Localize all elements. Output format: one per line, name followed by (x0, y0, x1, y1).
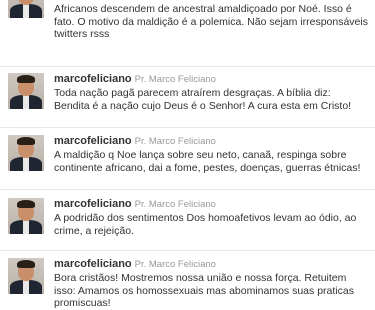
tweet-item[interactable]: marcofeliciano Pr. Marco Feliciano Toda n… (0, 73, 375, 129)
user-fullname[interactable]: Pr. Marco Feliciano (135, 199, 216, 210)
tweet-text: A maldição q Noe lança sobre seu neto, c… (54, 149, 361, 174)
avatar[interactable] (8, 73, 44, 109)
user-handle[interactable]: marcofeliciano (54, 258, 132, 270)
divider (0, 66, 375, 67)
divider (0, 250, 375, 251)
user-fullname[interactable]: Pr. Marco Feliciano (135, 74, 216, 85)
tweet-timeline: Africanos descendem de ancestral amaldiç… (0, 0, 375, 310)
tweet-item[interactable]: Africanos descendem de ancestral amaldiç… (0, 0, 375, 62)
tweet-item[interactable]: marcofeliciano Pr. Marco Feliciano Bora c… (0, 258, 375, 310)
tweet-text: Bora cristãos! Mostremos nossa união e n… (54, 272, 354, 309)
divider (0, 127, 375, 128)
avatar[interactable] (8, 0, 44, 18)
user-handle[interactable]: marcofeliciano (54, 73, 132, 85)
tweet-text: Africanos descendem de ancestral amaldiç… (54, 3, 368, 40)
avatar[interactable] (8, 258, 44, 294)
divider (0, 189, 375, 190)
tweet-text: Toda nação pagã parecem atraírem desgraç… (54, 87, 352, 112)
user-handle[interactable]: marcofeliciano (54, 135, 132, 147)
user-fullname[interactable]: Pr. Marco Feliciano (135, 136, 216, 147)
user-handle[interactable]: marcofeliciano (54, 198, 132, 210)
avatar[interactable] (8, 135, 44, 171)
tweet-text: A podridão dos sentimentos Dos homoafeti… (54, 212, 357, 237)
tweet-item[interactable]: marcofeliciano Pr. Marco Feliciano A mald… (0, 135, 375, 191)
user-fullname[interactable]: Pr. Marco Feliciano (135, 259, 216, 270)
tweet-item[interactable]: marcofeliciano Pr. Marco Feliciano A podr… (0, 198, 375, 250)
avatar[interactable] (8, 198, 44, 234)
